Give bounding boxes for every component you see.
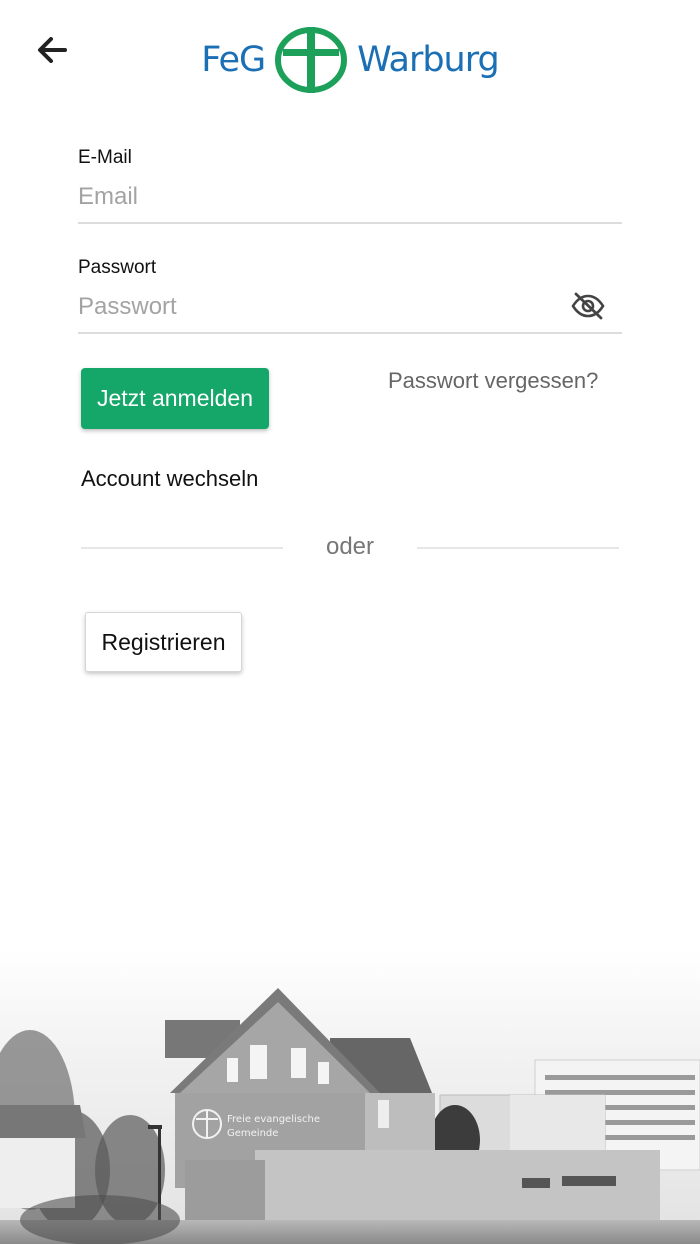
app-logo: FeG Warburg (200, 22, 500, 98)
divider-text: oder (325, 533, 375, 560)
church-building-image: Freie evangelische Gemeinde (0, 950, 700, 1244)
logo-text-feg: FeG (201, 40, 266, 80)
password-input[interactable] (78, 280, 622, 334)
divider-left (81, 547, 283, 549)
register-button[interactable]: Registrieren (85, 612, 242, 672)
eye-slash-icon (571, 292, 605, 320)
password-label: Passwort (78, 257, 157, 278)
arrow-left-icon (38, 37, 67, 63)
login-button[interactable]: Jetzt anmelden (81, 368, 269, 429)
building-sign-line1: Freie evangelische (227, 1114, 320, 1125)
building-sign-line2: Gemeinde (227, 1128, 278, 1139)
password-field-group: Passwort (78, 256, 622, 334)
email-label: E-Mail (78, 147, 132, 168)
back-button[interactable] (30, 28, 74, 72)
email-field-group: E-Mail (78, 146, 622, 224)
forgot-password-link[interactable]: Passwort vergessen? (388, 368, 598, 394)
password-visibility-toggle[interactable] (568, 288, 608, 324)
logo-text-warburg: Warburg (357, 40, 500, 80)
cross-circle-icon (275, 27, 348, 93)
email-input[interactable] (78, 170, 622, 224)
switch-account-link[interactable]: Account wechseln (81, 466, 258, 492)
divider-right (417, 547, 619, 549)
